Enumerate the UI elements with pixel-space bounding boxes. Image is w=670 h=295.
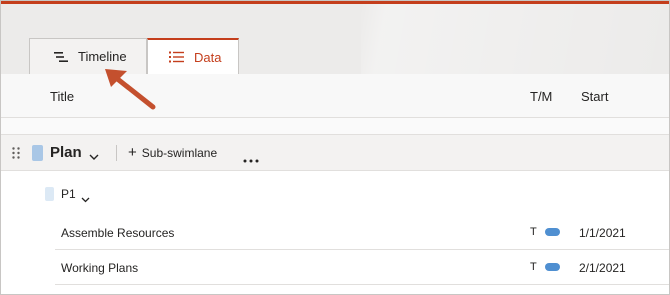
- group-color-swatch: [45, 187, 54, 201]
- task-bar-indicator: [545, 263, 560, 271]
- chevron-down-icon[interactable]: [89, 149, 99, 164]
- annotation-arrow-icon: [101, 63, 161, 118]
- task-title[interactable]: Working Plans: [61, 261, 138, 275]
- task-bar-indicator: [545, 228, 560, 236]
- plus-icon: +: [128, 144, 137, 161]
- spacer-row: [1, 118, 669, 134]
- swimlane-label[interactable]: Plan: [50, 144, 82, 161]
- swimlane-header: Plan + Sub-swimlane: [1, 134, 669, 171]
- table-row[interactable]: Working Plans T 2/1/2021: [1, 250, 669, 285]
- swimlane-color-swatch: [32, 145, 43, 161]
- group-row: P1: [1, 171, 669, 215]
- tab-label: Timeline: [78, 49, 127, 64]
- timeline-icon: [54, 51, 68, 63]
- task-start-date[interactable]: 1/1/2021: [579, 226, 626, 240]
- table-row[interactable]: Assemble Resources T 1/1/2021: [1, 215, 669, 250]
- task-start-date[interactable]: 2/1/2021: [579, 261, 626, 275]
- column-header-tm[interactable]: T/M: [530, 89, 552, 104]
- column-header-title[interactable]: Title: [50, 89, 74, 104]
- drag-handle-icon[interactable]: [12, 147, 20, 162]
- app-frame: Timeline Data Title T/M Start Plan + Sub…: [0, 0, 670, 295]
- divider: [116, 145, 117, 161]
- add-sub-swimlane-label: Sub-swimlane: [141, 145, 218, 160]
- add-sub-swimlane-button[interactable]: + Sub-swimlane: [128, 145, 217, 160]
- tab-label: Data: [194, 49, 222, 65]
- task-title[interactable]: Assemble Resources: [61, 226, 174, 240]
- task-tm: T: [530, 261, 537, 273]
- task-tm: T: [530, 226, 537, 238]
- chevron-down-icon[interactable]: [81, 191, 90, 206]
- list-icon: [169, 51, 184, 63]
- column-header-start[interactable]: Start: [581, 89, 608, 104]
- group-label[interactable]: P1: [61, 187, 76, 201]
- more-icon[interactable]: [243, 151, 259, 166]
